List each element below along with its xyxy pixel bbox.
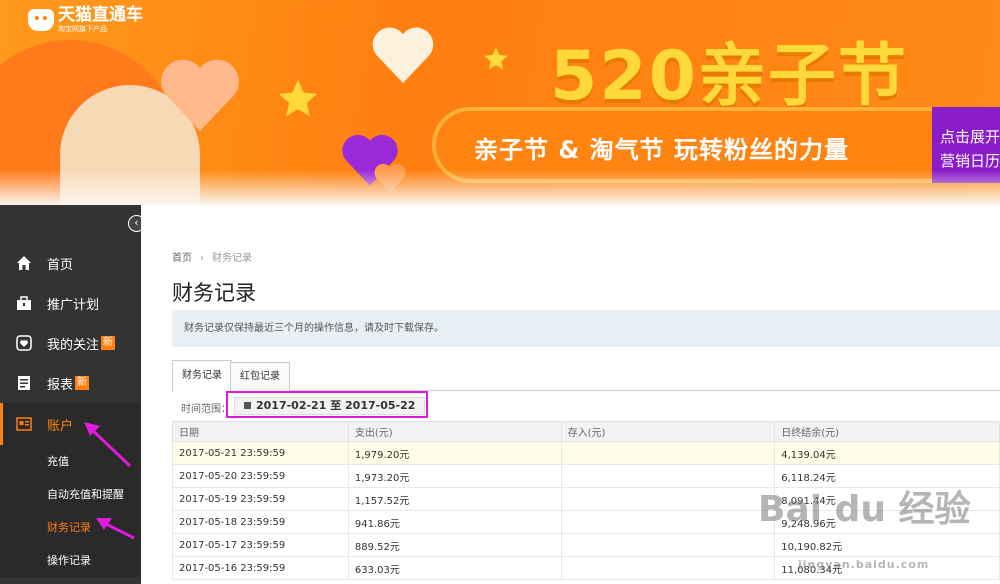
logo-name: 天猫直通车	[58, 5, 143, 25]
filter-label: 时间范围：	[181, 404, 231, 415]
sidebar-item-label: 账户	[47, 418, 74, 434]
cell-deposit	[560, 556, 776, 580]
star-decoration-icon	[484, 47, 508, 70]
breadcrumb-current: 财务记录	[212, 253, 252, 264]
cell-date: 2017-05-18 23:59:59	[172, 510, 349, 534]
cell-expense: 889.52元	[347, 533, 562, 557]
cell-expense: 1,973.20元	[347, 464, 562, 488]
cell-balance: 4,139.04元	[774, 441, 1000, 465]
column-header-deposit[interactable]: 存入(元)	[560, 421, 776, 442]
heart-decoration-icon	[161, 59, 239, 132]
banner-title: 520亲子节	[550, 37, 908, 116]
new-badge: 新	[75, 376, 90, 390]
cell-deposit	[560, 510, 776, 534]
heart-icon	[16, 335, 32, 351]
cell-date: 2017-05-21 23:59:59	[172, 441, 349, 465]
logo-subtitle: 淘宝网旗下产品	[58, 25, 107, 33]
page: 520亲子节 亲子节 & 淘气节 玩转粉丝的力量 点击展开 营销日历 天猫直通车…	[0, 0, 1000, 584]
new-badge: 新	[101, 336, 116, 350]
briefcase-icon	[17, 296, 31, 310]
cell-date: 2017-05-17 23:59:59	[172, 533, 349, 557]
tab-bar: 财务记录 红包记录	[172, 360, 1000, 392]
cell-deposit	[560, 464, 776, 488]
tmall-cat-icon	[28, 9, 54, 31]
watermark-text: Bai du 经验	[758, 489, 971, 530]
sidebar-item-label: 我的关注	[47, 337, 100, 353]
column-header-balance[interactable]: 日终结余(元)	[774, 421, 1000, 442]
cell-deposit	[560, 533, 776, 557]
annotation-highlight-box	[226, 391, 428, 418]
watermark: Bai du 经验 jingyan.baidu.com	[758, 480, 971, 571]
column-header-expense[interactable]: 支出(元)	[347, 421, 562, 442]
cell-date: 2017-05-20 23:59:59	[172, 464, 349, 488]
submenu-item-auto-recharge[interactable]: 自动充值和提醒	[0, 478, 141, 511]
sidebar-item-label: 首页	[47, 257, 74, 273]
submenu-item-operation-records[interactable]: 操作记录	[0, 544, 141, 577]
tab-finance-records[interactable]: 财务记录	[172, 360, 232, 392]
heart-decoration-icon	[372, 27, 434, 83]
column-header-date[interactable]: 日期	[172, 421, 349, 442]
report-icon	[18, 376, 30, 390]
cell-date: 2017-05-19 23:59:59	[172, 487, 349, 511]
annotation-arrow-icon	[84, 422, 132, 468]
watermark-url: jingyan.baidu.com	[798, 558, 930, 571]
sidebar-item-home[interactable]: 首页	[0, 243, 141, 283]
banner-fade	[0, 170, 1000, 205]
sidebar-item-campaigns[interactable]: 推广计划	[0, 283, 141, 323]
banner-slogan: 亲子节 & 淘气节 玩转粉丝的力量	[474, 136, 849, 164]
chevron-right-icon: ›	[200, 253, 204, 264]
logo[interactable]: 天猫直通车 淘宝网旗下产品	[28, 6, 143, 34]
table-row[interactable]: 2017-05-17 23:59:59 889.52元 10,190.82元	[172, 533, 1000, 557]
account-card-icon	[16, 417, 32, 431]
home-icon	[17, 256, 31, 270]
tab-coupon-records[interactable]: 红包记录	[230, 362, 290, 391]
cell-deposit	[560, 487, 776, 511]
cell-expense: 1,157.52元	[347, 487, 562, 511]
page-title: 财务记录	[172, 281, 256, 305]
table-header-row: 日期 支出(元) 存入(元) 日终结余(元)	[172, 421, 1000, 442]
cell-expense: 633.03元	[347, 556, 562, 580]
cell-expense: 1,979.20元	[347, 441, 562, 465]
notice-bar: 财务记录仅保持最近三个月的操作信息，请及时下载保存。	[172, 310, 1000, 347]
cell-balance: 10,190.82元	[774, 533, 1000, 557]
annotation-arrow-icon	[96, 518, 135, 540]
sidebar-item-label: 推广计划	[47, 297, 100, 313]
star-decoration-icon	[278, 79, 318, 117]
cell-deposit	[560, 441, 776, 465]
sidebar-item-following[interactable]: 我的关注 新	[0, 323, 141, 363]
table-row[interactable]: 2017-05-21 23:59:59 1,979.20元 4,139.04元	[172, 441, 1000, 465]
promo-banner[interactable]: 520亲子节 亲子节 & 淘气节 玩转粉丝的力量 点击展开 营销日历 天猫直通车…	[0, 0, 1000, 205]
sidebar-item-reports[interactable]: 报表 新	[0, 363, 141, 403]
cta-line-1: 点击展开	[940, 128, 1000, 146]
breadcrumb: 首页 › 财务记录	[172, 249, 252, 264]
sidebar-item-label: 报表	[47, 377, 74, 393]
cell-date: 2017-05-16 23:59:59	[172, 556, 349, 580]
breadcrumb-home-link[interactable]: 首页	[172, 253, 192, 264]
cell-expense: 941.86元	[347, 510, 562, 534]
